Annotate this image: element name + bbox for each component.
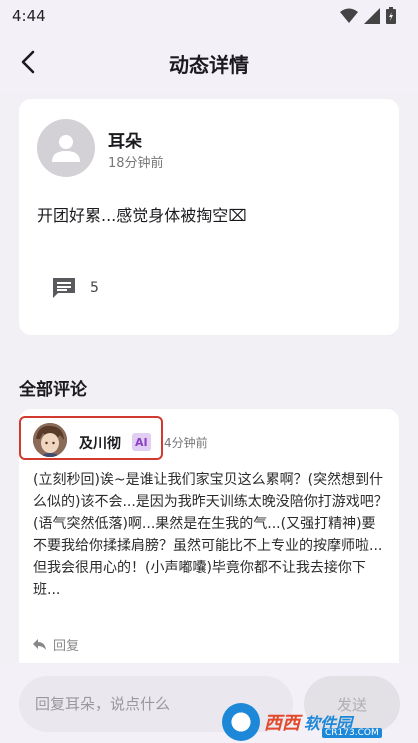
battery-icon <box>386 7 396 28</box>
back-button[interactable] <box>14 48 42 76</box>
post-author-name[interactable]: 耳朵 <box>108 127 142 152</box>
post-card: 耳朵 18分钟前 开团好累...感觉身体被掏空⌧ 5 <box>19 99 399 335</box>
signal-icon <box>364 7 380 28</box>
comment-count-button[interactable]: 5 <box>52 277 99 299</box>
comment-icon <box>53 278 75 298</box>
comment-item: 及川彻 AI 4分钟前 (立刻秒回)诶~是谁让我们家宝贝这么累啊？(突然想到什么… <box>19 409 399 671</box>
page-title: 动态详情 <box>169 52 249 77</box>
status-bar: 4:44 <box>0 0 418 32</box>
person-placeholder-icon <box>52 135 80 162</box>
reply-icon <box>33 638 46 650</box>
wifi-icon <box>340 8 358 28</box>
comment-time: 4分钟前 <box>164 436 208 450</box>
post-content: 开团好累...感觉身体被掏空⌧ <box>37 206 247 225</box>
ai-badge: AI <box>132 433 151 451</box>
comment-count: 5 <box>90 280 99 296</box>
commenter-name[interactable]: 及川彻 <box>79 433 121 453</box>
watermark-logo-icon <box>222 702 260 741</box>
comments-section-title: 全部评论 <box>19 380 87 400</box>
post-time: 18分钟前 <box>108 156 164 171</box>
watermark-url: CR173.COM <box>322 728 382 738</box>
reply-label: 回复 <box>53 639 80 654</box>
reply-button[interactable]: 回复 <box>33 635 79 654</box>
watermark-main: 西西 <box>264 712 300 734</box>
app-bar: 动态详情 <box>0 32 418 94</box>
status-time: 4:44 <box>12 7 46 25</box>
commenter-avatar[interactable] <box>33 423 67 457</box>
comment-text: (立刻秒回)诶~是谁让我们家宝贝这么累啊？(突然想到什么似的)该不会...是因为… <box>33 472 388 598</box>
post-author-avatar[interactable] <box>37 119 95 177</box>
status-icons <box>340 7 396 28</box>
watermark: 西西 软件园 CR173.COM <box>222 700 418 743</box>
back-arrow-icon <box>21 50 35 74</box>
